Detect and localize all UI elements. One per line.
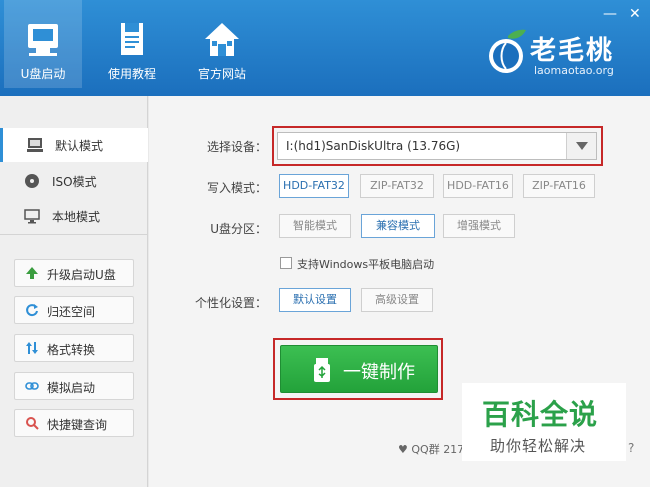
- peach-logo-icon: [489, 29, 526, 73]
- restore-space-button[interactable]: 归还空间: [14, 296, 134, 324]
- help-fragment: ?: [628, 441, 635, 455]
- default-settings-button[interactable]: 默认设置: [279, 288, 351, 312]
- close-button[interactable]: ✕: [629, 6, 641, 22]
- partition-option-smart[interactable]: 智能模式: [279, 214, 351, 238]
- upgrade-usb-button[interactable]: 升级启动U盘: [14, 259, 134, 287]
- sidebar-divider: [0, 234, 148, 235]
- write-option-hdd-fat32[interactable]: HDD-FAT32: [279, 174, 349, 198]
- search-icon: [26, 417, 39, 430]
- mode-iso-label: ISO模式: [52, 175, 97, 189]
- qq-icon: ♥: [398, 443, 408, 456]
- nav-tutorial-label: 使用教程: [107, 67, 156, 81]
- burn-button-label: 一键制作: [343, 362, 415, 383]
- advanced-settings-button[interactable]: 高级设置: [361, 288, 433, 312]
- device-select-value: I:(hd1)SanDiskUltra (13.76G): [286, 139, 461, 153]
- mode-local-label: 本地模式: [52, 210, 101, 224]
- home-icon: [205, 23, 239, 56]
- minimize-button[interactable]: —: [603, 6, 617, 22]
- restore-icon: [26, 304, 38, 317]
- nav-usb-boot-label: U盘启动: [20, 67, 66, 81]
- tablet-boot-checkbox[interactable]: [280, 257, 292, 269]
- usb-drive-icon: [28, 24, 58, 56]
- hotkey-query-button[interactable]: 快捷键查询: [14, 409, 134, 437]
- qq-group-label: QQ群 217: [411, 443, 465, 456]
- custom-settings-label: 个性化设置：: [194, 296, 267, 310]
- device-label: 选择设备：: [206, 140, 267, 154]
- device-select[interactable]: I:(hd1)SanDiskUltra (13.76G): [277, 132, 597, 160]
- monitor-icon: [24, 209, 40, 224]
- sidebar: 默认模式 ISO模式 本地模式 升级启动U盘 归还空间 格式转换 模拟启动 快捷…: [0, 96, 156, 487]
- qq-group-text: ♥ QQ群 217: [398, 441, 464, 457]
- chevron-down-icon: [576, 142, 588, 150]
- simulate-boot-label: 模拟启动: [47, 381, 96, 395]
- usb-stick-icon: [314, 358, 330, 382]
- format-convert-label: 格式转换: [47, 343, 96, 357]
- tablet-boot-label: 支持Windows平板电脑启动: [297, 258, 435, 271]
- partition-option-compatible[interactable]: 兼容模式: [361, 214, 435, 238]
- write-mode-label: 写入模式：: [206, 181, 267, 195]
- arrow-up-icon: [26, 267, 38, 279]
- mode-local[interactable]: 本地模式: [0, 199, 148, 233]
- format-convert-button[interactable]: 格式转换: [14, 334, 134, 362]
- brand-logo: 老毛桃 laomaotao.org: [486, 26, 636, 84]
- computer-icon: [27, 138, 43, 152]
- write-option-zip-fat16[interactable]: ZIP-FAT16: [523, 174, 595, 198]
- nav-tutorial[interactable]: 使用教程: [93, 0, 171, 88]
- brand-domain: laomaotao.org: [534, 64, 614, 77]
- partition-option-enhanced[interactable]: 增强模式: [443, 214, 515, 238]
- mode-default-label: 默认模式: [55, 139, 104, 153]
- nav-website[interactable]: 官方网站: [183, 0, 261, 88]
- document-icon: [121, 23, 143, 55]
- nav-website-label: 官方网站: [197, 67, 246, 81]
- convert-icon: [26, 342, 38, 354]
- simulate-boot-button[interactable]: 模拟启动: [14, 372, 134, 400]
- hotkey-query-label: 快捷键查询: [47, 418, 108, 432]
- one-click-burn-button[interactable]: 一键制作: [280, 345, 438, 393]
- device-dropdown-button[interactable]: [566, 133, 596, 159]
- write-option-hdd-fat16[interactable]: HDD-FAT16: [443, 174, 513, 198]
- watermark-box: 百科全说 助你轻松解决: [462, 383, 626, 461]
- watermark-subtitle: 助你轻松解决: [490, 437, 587, 455]
- write-option-zip-fat32[interactable]: ZIP-FAT32: [360, 174, 434, 198]
- partition-label: U盘分区：: [210, 222, 267, 236]
- link-icon: [25, 382, 39, 390]
- app-header: U盘启动 使用教程 官方网站 — ✕ 老毛桃 laomaotao.org: [0, 0, 650, 96]
- watermark-title: 百科全说: [482, 398, 599, 431]
- mode-default[interactable]: 默认模式: [0, 128, 156, 162]
- upgrade-usb-label: 升级启动U盘: [47, 268, 116, 282]
- brand-name: 老毛桃: [530, 36, 615, 66]
- disc-icon: [25, 174, 39, 188]
- mode-iso[interactable]: ISO模式: [0, 164, 148, 198]
- nav-usb-boot[interactable]: U盘启动: [4, 0, 82, 88]
- restore-space-label: 归还空间: [47, 305, 96, 319]
